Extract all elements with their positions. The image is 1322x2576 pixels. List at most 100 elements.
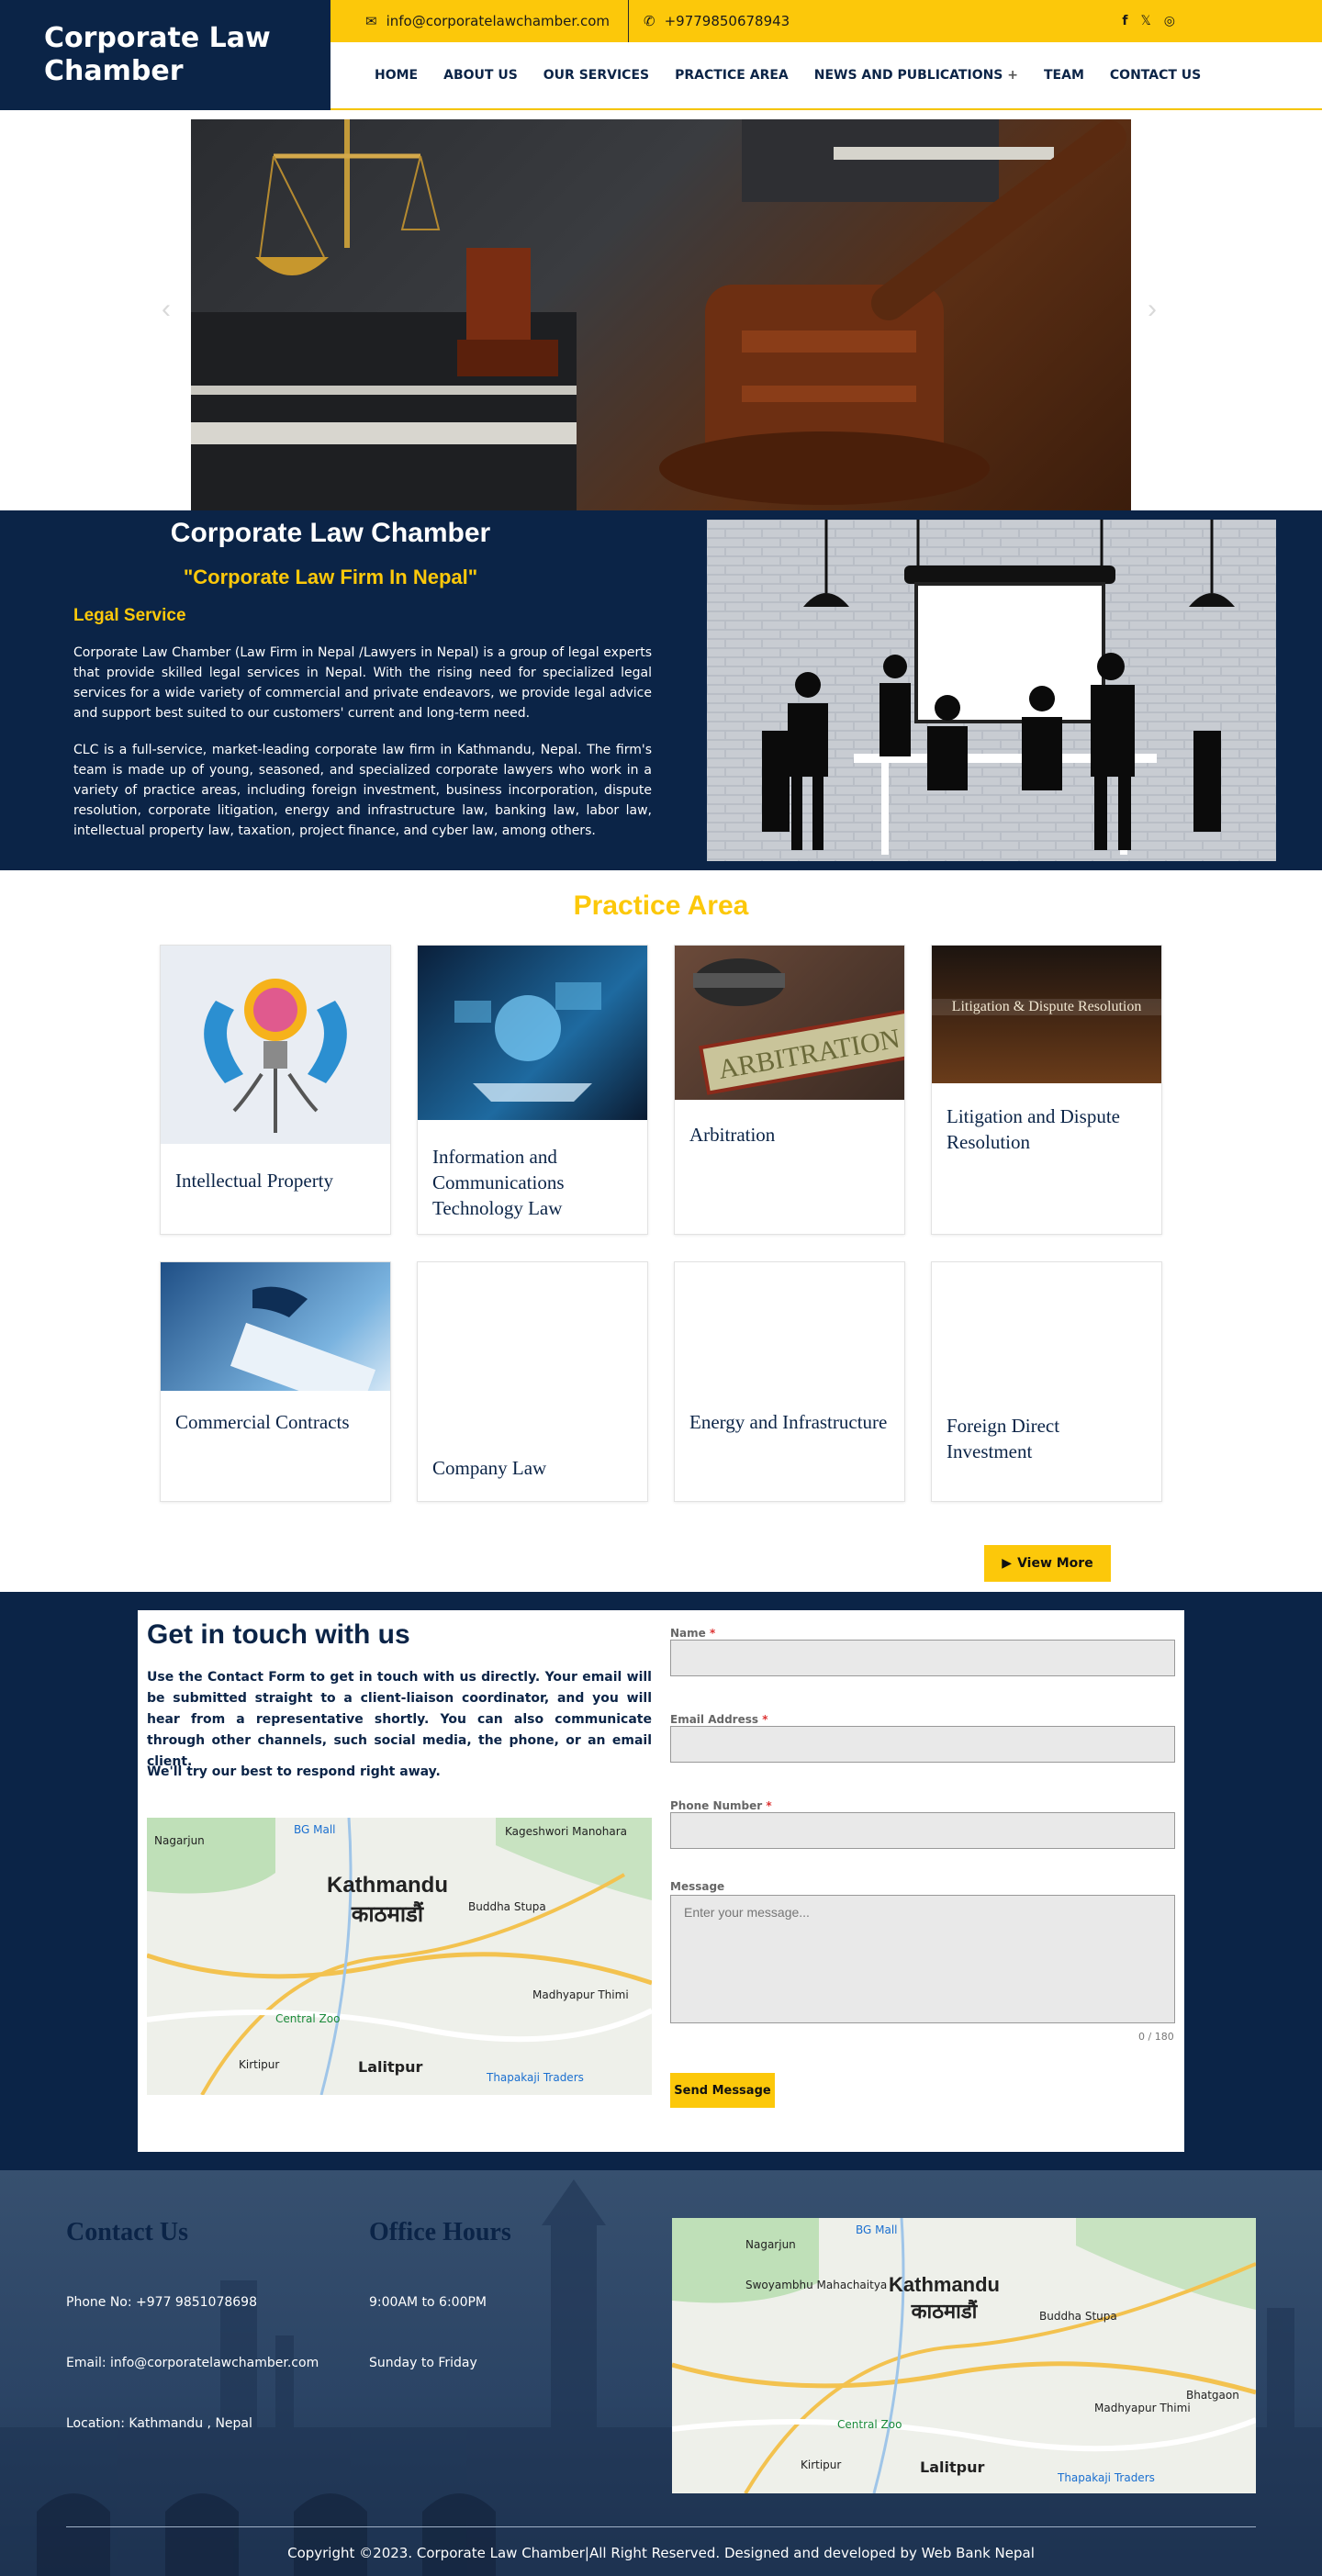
card-label: Company Law [432,1457,547,1479]
map-label: Nagarjun [154,1834,205,1847]
litigation-image-text: Litigation & Dispute Resolution [932,999,1161,1015]
map-label: Buddha Stupa [468,1900,546,1913]
map-label: Central Zoo [837,2418,902,2431]
view-more-label: View More [1017,1556,1093,1571]
page: Corporate Law Chamber ✉ info@corporatela… [0,0,1322,2576]
map-label: Thapakaji Traders [487,2071,584,2084]
email-label: Email Address * [670,1713,768,1726]
map-label: Nagarjun [745,2238,796,2251]
name-label: Name * [670,1627,716,1640]
nav-news-publications[interactable]: NEWS AND PUBLICATIONS + [814,68,1018,83]
send-message-button[interactable]: Send Message [670,2073,775,2108]
card-label: Foreign Direct Investment [947,1415,1060,1462]
card-label: Commercial Contracts [175,1411,350,1433]
map-city-label: Kathmandu काठमाडौं [327,1873,448,1929]
practice-card-fdi[interactable]: Foreign Direct Investment [931,1261,1162,1502]
meeting-illustration [707,520,1276,861]
practice-card-arbitration[interactable]: ARBITRATION Arbitration [674,945,905,1235]
footer-email[interactable]: Email: info@corporatelawchamber.com [66,2356,319,2370]
map-city: Kathmandu [327,1873,448,1898]
location-map[interactable]: Kathmandu काठमाडौं Nagarjun BG Mall Kage… [147,1818,652,2095]
map-label: Central Zoo [275,2012,341,2025]
slider-next-icon[interactable]: › [1148,294,1157,325]
about-paragraph-1: Corporate Law Chamber (Law Firm in Nepal… [73,645,652,721]
site-header: Corporate Law Chamber ✉ info@corporatela… [0,0,1322,110]
topbar-phone[interactable]: ✆ +9779850678943 [629,0,808,42]
litigation-gavel-image: Litigation & Dispute Resolution [932,946,1161,1083]
map-label: Thapakaji Traders [1058,2471,1155,2484]
topbar-phone-text: +9779850678943 [664,13,790,29]
footer-hours-heading: Office Hours [369,2218,511,2246]
nav-contact-us[interactable]: CONTACT US [1110,68,1201,83]
nav-our-services[interactable]: OUR SERVICES [543,68,649,83]
hero-image-gavel-scales [191,119,1131,510]
footer-phone[interactable]: Phone No: +977 9851078698 [66,2295,257,2310]
practice-card-intellectual-property[interactable]: Intellectual Property [160,945,391,1235]
top-bar: ✉ info@corporatelawchamber.com ✆ +977985… [330,0,1322,42]
plus-icon: + [1007,68,1018,83]
legal-service-heading: Legal Service [73,606,186,625]
facebook-icon[interactable]: f [1122,14,1127,28]
envelope-icon: ✉ [365,13,377,29]
brand-line-2: Chamber [44,55,184,87]
lightbulb-brain-image [161,946,390,1144]
phone-label: Phone Number * [670,1799,772,1812]
contact-intro: Use the Contact Form to get in touch wit… [147,1670,652,1769]
brand-logo[interactable]: Corporate Law Chamber [0,0,330,110]
copyright-text: Copyright ©2023. Corporate Law Chamber|A… [287,2545,1035,2561]
twitter-icon[interactable]: 𝕏 [1141,14,1151,28]
contact-intro-2: We'll try our best to respond right away… [147,1764,441,1779]
message-textarea[interactable]: Enter your message... [670,1895,1175,2023]
map-label: Buddha Stupa [1039,2310,1117,2323]
contact-section: Get in touch with us Use the Contact For… [0,1592,1322,2170]
nav-practice-area[interactable]: PRACTICE AREA [675,68,789,83]
technology-hand-image [418,946,647,1120]
card-label: Energy and Infrastructure [689,1411,888,1433]
footer-map[interactable]: Kathmandu काठमाडौं Nagarjun BG Mall Swoy… [672,2218,1256,2493]
footer-location: Location: Kathmandu , Nepal [66,2416,252,2431]
arbitration-gavel-image: ARBITRATION [675,946,904,1100]
view-more-button[interactable]: ▶ View More [984,1545,1111,1582]
map-label: BG Mall [294,1823,336,1836]
practice-card-energy-infrastructure[interactable]: Energy and Infrastructure [674,1261,905,1502]
contact-card: Get in touch with us Use the Contact For… [138,1610,1184,2152]
practice-area-title: Practice Area [573,890,749,921]
topbar-email[interactable]: ✉ info@corporatelawchamber.com [330,0,628,42]
map-label: Bhatgaon [1186,2389,1239,2402]
contact-title: Get in touch with us [147,1619,410,1650]
main-nav: HOME ABOUT US OUR SERVICES PRACTICE AREA… [330,42,1322,108]
map-label: Madhyapur Thimi [1094,2402,1191,2414]
topbar-email-text: info@corporatelawchamber.com [386,13,610,29]
name-input[interactable] [670,1640,1175,1676]
nav-team[interactable]: TEAM [1044,68,1084,83]
footer-days: Sunday to Friday [369,2356,477,2370]
about-subtitle: "Corporate Law Firm In Nepal" [183,566,478,588]
footer-map-city-local: काठमाडौं [911,2300,978,2323]
practice-card-litigation[interactable]: Litigation & Dispute Resolution Litigati… [931,945,1162,1235]
handshake-contract-image [161,1262,390,1391]
about-title: Corporate Law Chamber [170,518,491,548]
map-city-local: काठमाडौं [351,1902,424,1927]
footer-map-city: Kathmandu [889,2273,1000,2296]
card-label: Information and Communications Technolog… [432,1146,565,1219]
slider-prev-icon[interactable]: ‹ [162,294,171,325]
practice-card-ict-law[interactable]: Information and Communications Technolog… [417,945,648,1235]
footer-contact-heading: Contact Us [66,2218,188,2246]
map-label: Madhyapur Thimi [532,1988,629,2001]
social-links: f 𝕏 ◎ [1122,14,1322,28]
instagram-icon[interactable]: ◎ [1164,14,1175,28]
email-input[interactable] [670,1726,1175,1763]
play-icon: ▶ [1002,1556,1013,1571]
nav-about-us[interactable]: ABOUT US [443,68,518,83]
card-label: Intellectual Property [175,1170,334,1192]
map-label: Swoyambhu Mahachaitya [745,2279,888,2291]
site-footer: Contact Us Phone No: +977 9851078698 Ema… [0,2170,1322,2576]
hero-slider: ‹ › [0,110,1322,510]
about-paragraph-2: CLC is a full-service, market-leading co… [73,743,652,838]
nav-home[interactable]: HOME [375,68,418,83]
message-label: Message [670,1880,725,1893]
phone-input[interactable] [670,1812,1175,1849]
card-label: Arbitration [689,1124,776,1146]
practice-card-company-law[interactable]: Company Law [417,1261,648,1502]
practice-card-commercial-contracts[interactable]: Commercial Contracts [160,1261,391,1502]
